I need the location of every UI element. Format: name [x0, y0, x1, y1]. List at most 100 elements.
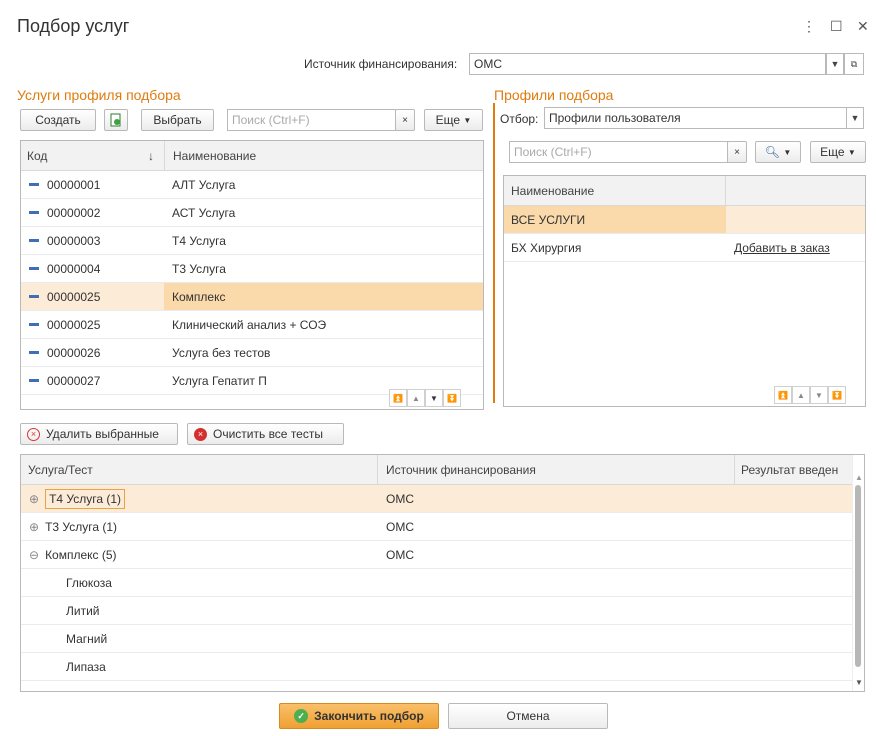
service-name: Комплекс (5)	[45, 547, 117, 562]
col-service-header[interactable]: Услуга/Тест	[21, 455, 378, 484]
code-cell: 00000027	[21, 367, 164, 394]
table-row[interactable]: 00000026 Услуга без тестов	[21, 339, 483, 367]
selected-row[interactable]: ⊖ Комплекс (5) ОМС	[21, 541, 864, 569]
services-grid: Код ↓ Наименование 00000001 АЛТ Услуга 000…	[20, 140, 484, 410]
col-code-header[interactable]: Код ↓	[21, 141, 164, 170]
collapse-icon[interactable]: ⊖	[29, 548, 39, 562]
left-more-button[interactable]: Еще ▼	[424, 109, 483, 131]
down-icon[interactable]: ▼	[810, 386, 828, 404]
service-name: Магний	[66, 631, 108, 646]
finish-label: Закончить подбор	[314, 709, 424, 723]
funding-cell	[378, 653, 735, 680]
last-icon[interactable]: ⏬	[443, 389, 461, 407]
chevron-down-icon: ▼	[783, 147, 792, 157]
name-cell: Т4 Услуга	[172, 233, 226, 248]
first-icon[interactable]: ⏫	[774, 386, 792, 404]
name-cell: Клинический анализ + СОЭ	[172, 317, 327, 332]
code-cell: 00000004	[21, 255, 164, 282]
right-more-button[interactable]: Еще ▼	[810, 141, 866, 163]
table-row[interactable]: 00000025 Комплекс	[21, 283, 483, 311]
select-button[interactable]: Выбрать	[141, 109, 214, 131]
right-section-title: Профили подбора	[494, 87, 614, 103]
expand-icon[interactable]: ⊕	[29, 520, 39, 534]
service-cell: Глюкоза	[21, 569, 378, 596]
up-icon[interactable]: ▲	[407, 389, 425, 407]
right-search-input[interactable]: Поиск (Ctrl+F)	[509, 141, 728, 163]
close-icon[interactable]: ✕	[857, 18, 869, 35]
chevron-down-icon: ▼	[463, 115, 472, 125]
selected-row[interactable]: Глюкоза	[21, 569, 864, 597]
funding-cell	[378, 569, 735, 596]
result-cell	[735, 625, 864, 652]
last-icon[interactable]: ⏬	[828, 386, 846, 404]
code-text: 00000004	[47, 261, 101, 276]
col-name-header[interactable]: Наименование	[164, 141, 256, 170]
cancel-button[interactable]: Отмена	[448, 703, 608, 729]
copy-icon[interactable]	[104, 109, 128, 131]
profile-row[interactable]: ВСЕ УСЛУГИ	[504, 206, 865, 234]
result-cell	[735, 569, 864, 596]
result-cell	[735, 485, 864, 512]
maximize-icon[interactable]: ☐	[830, 18, 843, 35]
scroll-down-icon[interactable]: ▼	[855, 678, 863, 687]
table-row[interactable]: 00000025 Клинический анализ + СОЭ	[21, 311, 483, 339]
chevron-down-icon[interactable]: ▼	[846, 107, 864, 129]
selected-row[interactable]: Липаза	[21, 653, 864, 681]
delete-selected-button[interactable]: × Удалить выбранные	[20, 423, 178, 445]
clear-tests-button[interactable]: × Очистить все тесты	[187, 423, 344, 445]
service-name: Т3 Услуга (1)	[45, 519, 118, 534]
clear-search-icon[interactable]: ×	[395, 109, 415, 131]
more-menu-icon[interactable]: ⋮	[802, 18, 816, 35]
table-row[interactable]: 00000002 АСТ Услуга	[21, 199, 483, 227]
profile-row[interactable]: БХ Хирургия Добавить в заказ	[504, 234, 865, 262]
scroll-thumb[interactable]	[855, 485, 861, 667]
selected-row[interactable]: Магний	[21, 625, 864, 653]
search-button[interactable]: 🔍︎ ▼	[755, 141, 801, 163]
code-text: 00000027	[47, 373, 101, 388]
col-funding-header[interactable]: Источник финансирования	[378, 455, 735, 484]
col-result-header[interactable]: Результат введен	[735, 455, 838, 484]
funding-cell	[378, 625, 735, 652]
service-name: Литий	[66, 603, 100, 618]
first-icon[interactable]: ⏫	[389, 389, 407, 407]
name-cell: АСТ Услуга	[172, 205, 236, 220]
item-icon	[29, 239, 39, 242]
funding-cell	[378, 597, 735, 624]
code-text: 00000025	[47, 289, 101, 304]
create-button[interactable]: Создать	[20, 109, 96, 131]
selected-rows: ⊕ Т4 Услуга (1) ОМС ⊕ Т3 Услуга (1) ОМС ⊖ Компл…	[21, 485, 864, 681]
left-more-label: Еще	[435, 113, 461, 127]
selected-row[interactable]: ⊕ Т3 Услуга (1) ОМС	[21, 513, 864, 541]
expand-icon[interactable]: ⊕	[29, 492, 39, 506]
code-text: 00000026	[47, 345, 101, 360]
add-to-order-link[interactable]	[726, 206, 734, 233]
chevron-down-icon[interactable]: ▼	[826, 53, 844, 75]
clear-search-icon[interactable]: ×	[727, 141, 747, 163]
vertical-scrollbar[interactable]: ▲ ▼	[852, 455, 864, 691]
right-search-placeholder: Поиск (Ctrl+F)	[514, 145, 592, 159]
name-cell: Комплекс	[164, 283, 483, 310]
table-row[interactable]: 00000001 АЛТ Услуга	[21, 171, 483, 199]
left-search-input[interactable]: Поиск (Ctrl+F)	[227, 109, 396, 131]
delete-selected-label: Удалить выбранные	[46, 427, 159, 441]
up-icon[interactable]: ▲	[792, 386, 810, 404]
add-to-order-link[interactable]: Добавить в заказ	[726, 234, 830, 261]
selected-row[interactable]: Литий	[21, 597, 864, 625]
item-icon	[29, 379, 39, 382]
down-icon[interactable]: ▼	[425, 389, 443, 407]
code-cell: 00000026	[21, 339, 164, 366]
service-cell: Магний	[21, 625, 378, 652]
table-row[interactable]: 00000003 Т4 Услуга	[21, 227, 483, 255]
scroll-up-icon[interactable]: ▲	[855, 473, 863, 482]
selected-row[interactable]: ⊕ Т4 Услуга (1) ОМС	[21, 485, 864, 513]
table-row[interactable]: 00000004 Т3 Услуга	[21, 255, 483, 283]
code-text: 00000003	[47, 233, 101, 248]
open-form-icon[interactable]: ⧉	[844, 53, 864, 75]
funding-select[interactable]: ОМС	[469, 53, 826, 75]
filter-value: Профили пользователя	[549, 111, 681, 125]
filter-select[interactable]: Профили пользователя	[544, 107, 847, 129]
delete-icon: ×	[27, 427, 40, 441]
col-profile-name-header[interactable]: Наименование	[504, 176, 726, 205]
code-cell: 00000025	[21, 283, 164, 310]
finish-button[interactable]: ✓ Закончить подбор	[279, 703, 439, 729]
